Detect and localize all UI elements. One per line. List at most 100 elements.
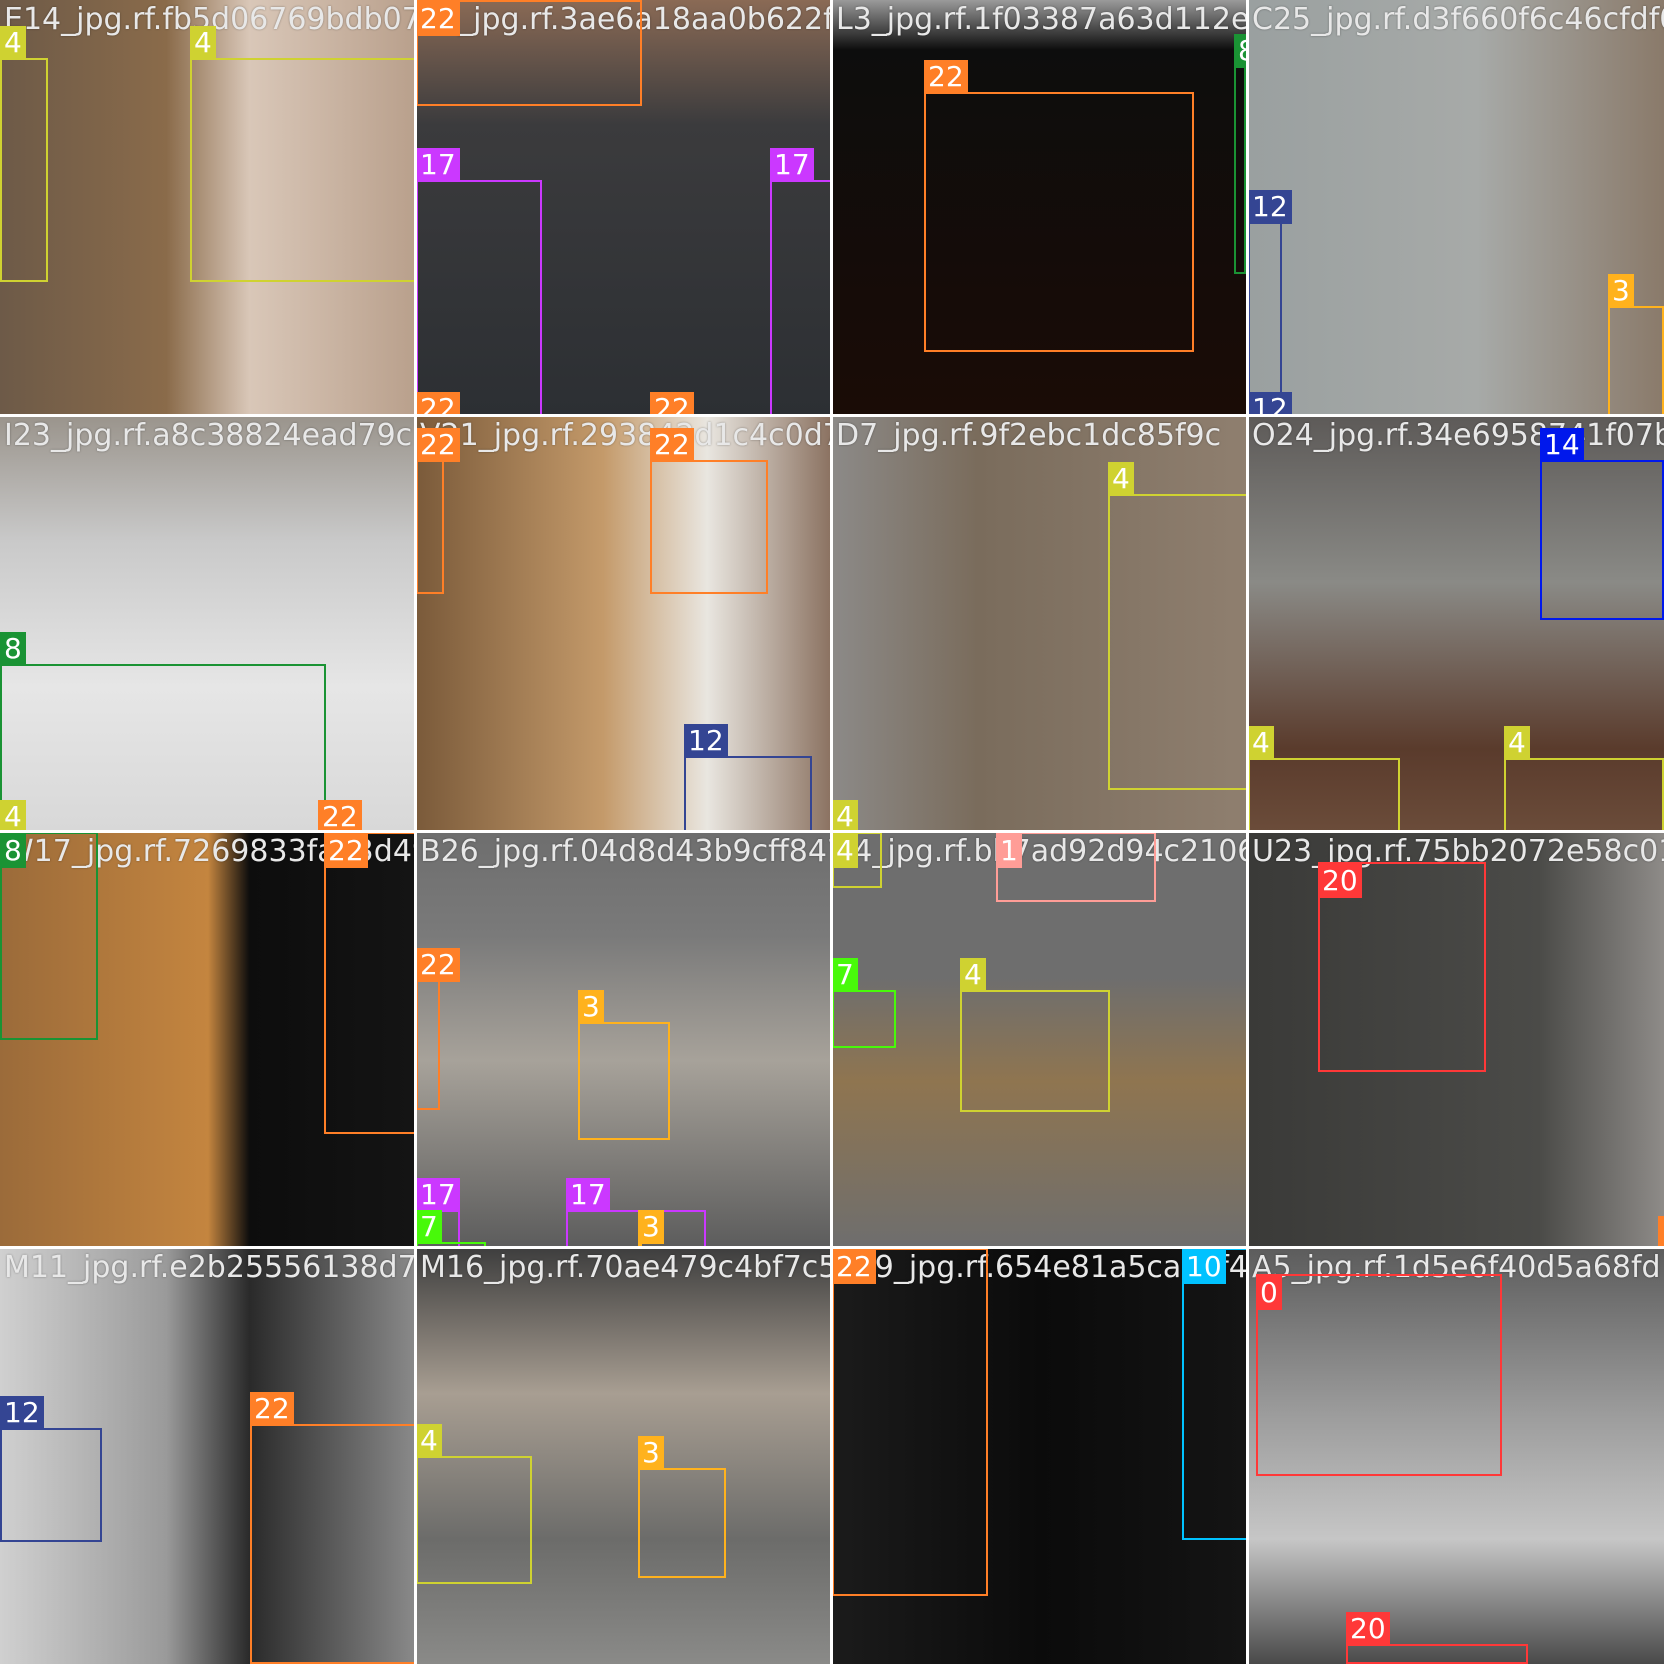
mosaic-tile: A5_jpg.rf.1d5e6f40d5a68fd 0 20 [1248, 1248, 1664, 1664]
hand-photo [1248, 0, 1664, 416]
bounding-box: 7 [832, 958, 896, 1048]
class-label: 4 [1108, 462, 1134, 496]
bounding-box: 3 [1608, 274, 1664, 416]
bounding-box: 4 [0, 26, 48, 282]
class-label: 4 [960, 958, 986, 992]
class-label: 22 [650, 392, 694, 416]
mosaic-tile: M16_jpg.rf.70ae479c4bf7c576 4 3 [416, 1248, 832, 1664]
bounding-box: 22 [324, 832, 416, 1134]
mosaic-tile: D7_jpg.rf.9f2ebc1dc85f9c 4 4 [832, 416, 1248, 832]
class-label: 4 [0, 800, 26, 832]
mosaic-tile: K19_jpg.rf.654e81a5caeef4 22 10 [832, 1248, 1248, 1664]
tile-divider [0, 830, 1664, 833]
bounding-box: 12 [684, 724, 812, 832]
bounding-box: 4 [190, 26, 416, 282]
class-label: 22 [416, 2, 460, 36]
class-label: 17 [416, 1178, 460, 1212]
mosaic-tile: W17_jpg.rf.7269833fa03d49 8 22 [0, 832, 416, 1248]
bounding-box: 12 [1248, 190, 1292, 416]
mosaic-tile: F4_jpg.rf.bb7ad92d94c2106 4 1 7 4 [832, 832, 1248, 1248]
class-label: 0 [1256, 1276, 1282, 1310]
class-label: 3 [638, 1210, 664, 1244]
bounding-box: 4 [832, 832, 882, 888]
class-label: 3 [1608, 274, 1634, 308]
bounding-box: 14 [1540, 428, 1664, 620]
class-label: 10 [1182, 1250, 1226, 1284]
class-label: 4 [1248, 726, 1274, 760]
class-label: 3 [638, 1436, 664, 1470]
mosaic-tile: V21_jpg.rf.293842d1c4c0d79 22 22 12 [416, 416, 832, 832]
class-label: 14 [1540, 428, 1584, 462]
bounding-box: 22 [924, 60, 1194, 352]
bounding-box: 4 [1248, 726, 1400, 832]
class-label: 8 [0, 834, 26, 868]
bounding-box: 22 [650, 428, 768, 594]
bounding-box: 4 [416, 1424, 532, 1584]
mosaic-tile: E14_jpg.rf.fb5d06769bdb07 4 4 [0, 0, 416, 416]
bounding-box: 22 [416, 428, 460, 594]
class-label: 1 [996, 834, 1022, 868]
class-label: 22 [250, 1392, 294, 1426]
class-label: 3 [578, 990, 604, 1024]
class-label: 22 [416, 392, 460, 416]
class-label: 22 [416, 428, 460, 462]
mosaic-tile: 22_jpg.rf.3ae6a18aa0b622f14483f562217172… [416, 0, 832, 416]
class-label: 22 [832, 1250, 876, 1284]
mosaic-tile: B26_jpg.rf.04d8d43b9cff8476 22 3 17 7 17 3 [416, 832, 832, 1248]
bounding-box: 17 [566, 1178, 706, 1248]
bounding-box: 10 [1182, 1248, 1248, 1540]
bounding-box: 4 [960, 958, 1110, 1112]
bounding-box: 0 [1256, 1274, 1502, 1476]
class-label: 4 [0, 26, 26, 60]
bounding-box: 22 [832, 1248, 988, 1596]
class-label: 20 [1346, 1612, 1390, 1646]
bounding-box: 8 [0, 632, 326, 832]
class-label: 4 [832, 800, 858, 832]
class-label: 17 [416, 148, 460, 182]
class-label: 12 [1248, 392, 1292, 416]
class-label: 12 [0, 1396, 44, 1430]
class-label: 4 [416, 1424, 442, 1458]
class-label: 4 [190, 26, 216, 60]
bounding-box: 8 [1234, 34, 1248, 274]
class-label: 20 [1318, 864, 1362, 898]
bounding-box: 20 [1346, 1612, 1528, 1664]
mosaic-grid: E14_jpg.rf.fb5d06769bdb07 4 4 22_jpg.rf.3ae… [0, 0, 1664, 1664]
bounding-box: 3 [578, 990, 670, 1140]
class-label: 12 [684, 724, 728, 758]
mosaic-tile: O24_jpg.rf.34e6958741f07b2 14 4 4 [1248, 416, 1664, 832]
bounding-box: 17 [416, 148, 542, 416]
class-label: 7 [416, 1210, 442, 1244]
class-label: 7 [832, 958, 858, 992]
class-label: 12 [1248, 190, 1292, 224]
bounding-box: 20 [1318, 862, 1486, 1072]
mosaic-tile: C25_jpg.rf.d3f660f6c46cfdf0a 12 3 12 [1248, 0, 1664, 416]
class-label: 4 [1504, 726, 1530, 760]
bounding-box: 3 [638, 1436, 726, 1578]
class-label: 22 [924, 60, 968, 94]
bounding-box: 22 [250, 1392, 416, 1664]
bounding-box: 1 [996, 832, 1156, 902]
class-label: 22 [650, 428, 694, 462]
class-label: 22 [318, 800, 362, 832]
tile-divider [0, 1246, 1664, 1249]
mosaic-tile: U23_jpg.rf.75bb2072e58c012022 [1248, 832, 1664, 1248]
bounding-box: 4 [1504, 726, 1664, 832]
bounding-box: 4 [1108, 462, 1248, 790]
bounding-box: 17 [770, 148, 832, 416]
bounding-box: 8 [0, 832, 98, 1040]
bounding-box: 22 [416, 948, 460, 1110]
mosaic-tile: L3_jpg.rf.1f03387a63d112e 22 8 [832, 0, 1248, 416]
class-label: 22 [416, 948, 460, 982]
class-label: 17 [770, 148, 814, 182]
class-label: 4 [832, 834, 858, 868]
class-label: 8 [0, 632, 26, 666]
bounding-box: 22 [416, 0, 642, 106]
mosaic-tile: M11_jpg.rf.e2b25556138d77 12 22 [0, 1248, 416, 1664]
class-label: 17 [566, 1178, 610, 1212]
bounding-box: 12 [0, 1396, 102, 1542]
tile-divider [1246, 0, 1249, 1664]
mosaic-tile: I23_jpg.rf.a8c38824ead79c1 8 4 22 [0, 416, 416, 832]
class-label: 22 [324, 834, 368, 868]
class-label: 22 [1658, 1216, 1664, 1248]
